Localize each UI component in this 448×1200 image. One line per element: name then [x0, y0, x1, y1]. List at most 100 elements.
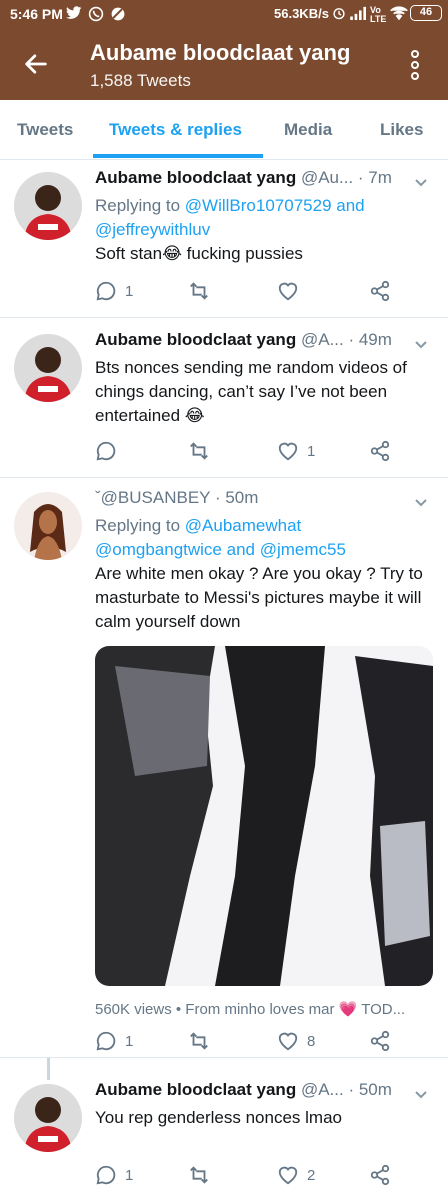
status-time: 5:46 PM	[10, 6, 63, 22]
heart-icon	[278, 1166, 298, 1185]
share-button[interactable]	[369, 440, 391, 462]
retweet-button[interactable]	[188, 440, 218, 462]
blocked-icon	[110, 6, 126, 25]
reply-icon	[96, 1165, 116, 1185]
tab-likes[interactable]: Likes	[380, 120, 423, 140]
tweet[interactable]: ˇ@BUSANBEY · 50m Replying to @Aubamewhat…	[0, 478, 448, 1058]
avatar[interactable]	[14, 492, 82, 560]
tweet-header: Aubame bloodclaat yang @A... · 49m	[95, 330, 435, 356]
mention-link[interactable]: @jeffreywithluv	[95, 220, 210, 239]
signal-icon	[350, 6, 368, 23]
mention-link[interactable]: @WillBro10707529	[185, 196, 332, 215]
heart-icon	[278, 442, 298, 461]
retweet-icon	[190, 1166, 208, 1184]
chevron-down-icon[interactable]	[414, 176, 428, 190]
replying-prefix: Replying to	[95, 196, 181, 215]
retweet-button[interactable]	[188, 1030, 218, 1052]
chevron-down-icon[interactable]	[414, 338, 428, 352]
app-header: 5:46 PM 56.3KB/s Vo LTE 46 Aubame bloodcl…	[0, 0, 448, 100]
reply-button[interactable]: 1	[95, 1030, 133, 1052]
author-handle: @A...	[300, 1080, 344, 1099]
chevron-down-icon[interactable]	[414, 1088, 428, 1102]
avatar[interactable]	[14, 1084, 82, 1152]
author-name: Aubame bloodclaat yang	[95, 168, 297, 187]
tweet[interactable]: Aubame bloodclaat yang @A... · 50m You r…	[0, 1058, 448, 1200]
replying-to: Replying to @WillBro10707529 and @jeffre…	[95, 194, 435, 242]
whatsapp-icon	[88, 6, 104, 25]
mention-link[interactable]: @omgbangtwice	[95, 540, 222, 559]
thread-connector	[47, 1058, 50, 1080]
tweet-actions: 1	[95, 440, 395, 466]
tweet-header: Aubame bloodclaat yang @Au... · 7m	[95, 168, 435, 194]
network-speed: 56.3KB/s	[274, 6, 329, 21]
back-arrow-icon[interactable]	[22, 50, 50, 78]
tab-media[interactable]: Media	[284, 120, 332, 140]
tweet-text: Soft stan😂 fucking pussies	[95, 244, 303, 263]
author-name: Aubame bloodclaat yang	[95, 330, 297, 349]
volte-icon: Vo LTE	[370, 5, 387, 24]
chevron-down-icon[interactable]	[414, 496, 428, 510]
tweet-time: · 7m	[357, 168, 392, 187]
retweet-button[interactable]	[188, 1164, 218, 1186]
share-icon	[370, 1030, 390, 1052]
active-tab-indicator	[93, 154, 263, 158]
like-button[interactable]	[277, 280, 307, 302]
share-button[interactable]	[369, 280, 391, 302]
reply-count: 1	[125, 1166, 134, 1184]
tweet-text: You rep genderless nonces lmao	[95, 1108, 342, 1127]
tab-tweets-and-replies[interactable]: Tweets & replies	[109, 120, 242, 140]
mention-and: and	[336, 196, 365, 215]
tweet-header: Aubame bloodclaat yang @A... · 50m	[95, 1080, 435, 1106]
reply-count: 1	[125, 282, 134, 300]
replying-to: Replying to @Aubamewhat @omgbangtwice an…	[95, 514, 435, 562]
overflow-menu-icon[interactable]	[406, 50, 424, 84]
tab-tweets[interactable]: Tweets	[17, 120, 73, 140]
author-handle: @A...	[300, 330, 344, 349]
tweet[interactable]: Aubame bloodclaat yang @A... · 49m Bts n…	[0, 318, 448, 478]
reply-button[interactable]	[95, 440, 125, 462]
tweet-text: Are white men okay ? Are you okay ? Try …	[95, 564, 423, 631]
share-icon	[370, 280, 390, 302]
retweet-button[interactable]	[188, 280, 218, 302]
retweet-icon	[190, 1032, 208, 1050]
share-button[interactable]	[369, 1164, 391, 1186]
avatar[interactable]	[14, 334, 82, 402]
like-count: 1	[307, 442, 316, 460]
reply-button[interactable]: 1	[95, 1164, 133, 1186]
reply-icon	[96, 1031, 116, 1051]
replying-prefix: Replying to	[95, 516, 181, 535]
alarm-icon	[332, 6, 346, 23]
mention-link[interactable]: @jmemc55	[260, 540, 346, 559]
avatar[interactable]	[14, 172, 82, 240]
tweet-time: · 49m	[348, 330, 392, 349]
tweet-time: · 50m	[348, 1080, 392, 1099]
reply-icon	[96, 441, 116, 461]
like-button[interactable]: 8	[277, 1030, 315, 1052]
reply-icon	[96, 281, 116, 301]
retweet-icon	[190, 442, 208, 460]
tweet-actions: 1 8	[95, 1030, 395, 1056]
tweet-actions: 1	[95, 280, 395, 306]
twitter-icon	[66, 6, 82, 23]
retweet-icon	[190, 282, 208, 300]
profile-tabs: Tweets Tweets & replies Media Likes	[0, 100, 448, 160]
like-button[interactable]: 2	[277, 1164, 315, 1186]
heart-icon	[278, 1032, 298, 1051]
heart-icon	[278, 282, 298, 301]
like-button[interactable]: 1	[277, 440, 315, 462]
share-icon	[370, 1164, 390, 1186]
mention-and: and	[226, 540, 255, 559]
like-count: 2	[307, 1166, 316, 1184]
reply-button[interactable]: 1	[95, 280, 133, 302]
mention-link[interactable]: @Aubamewhat	[185, 516, 302, 535]
author-name: ˇ@BUSANBEY	[95, 488, 211, 507]
battery-indicator: 46	[410, 5, 442, 21]
profile-title: Aubame bloodclaat yang	[90, 40, 351, 65]
share-button[interactable]	[369, 1030, 391, 1052]
tweet[interactable]: Aubame bloodclaat yang @Au... · 7m Reply…	[0, 160, 448, 318]
tweet-text: Bts nonces sending me random videos of c…	[95, 358, 407, 425]
tweet-actions: 1 2	[95, 1164, 395, 1190]
tweet-video[interactable]	[95, 646, 433, 986]
share-icon	[370, 440, 390, 462]
tweet-header: ˇ@BUSANBEY · 50m	[95, 488, 435, 514]
